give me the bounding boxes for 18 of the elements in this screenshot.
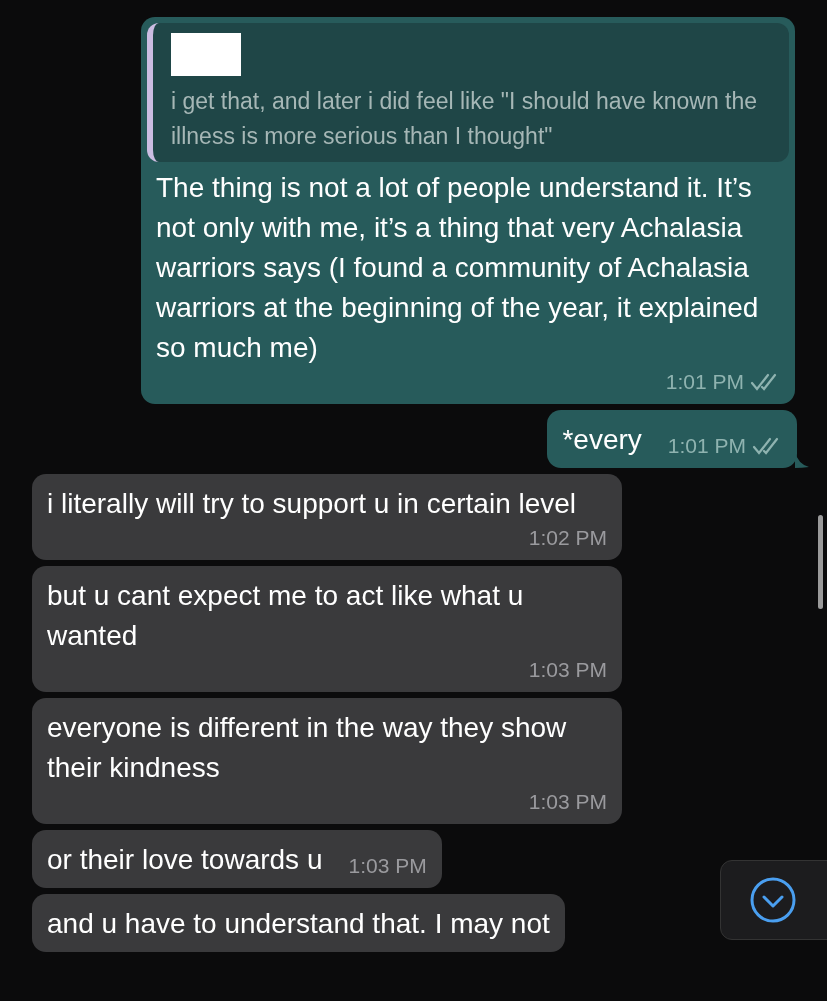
quoted-message[interactable]: i get that, and later i did feel like "I should have known the illness is more serious than I thought" bbox=[147, 23, 789, 162]
message-text: *every bbox=[562, 423, 642, 457]
scrollbar[interactable] bbox=[818, 515, 823, 609]
message-text: or their love towards u bbox=[47, 843, 323, 877]
scroll-down-button[interactable] bbox=[720, 860, 827, 940]
message-text: i literally will try to support u in certain level bbox=[47, 487, 577, 521]
message-time: 1:02 PM bbox=[528, 525, 607, 551]
message-text: The thing is not a lot of people understand it. It’s not only with me, it’s a thing that very Achalasia warriors says (I found a community of Achalasia warriors at the beginning of the year, it explained so much me) bbox=[156, 171, 760, 365]
message-text: everyone is different in the way they show their kindness bbox=[47, 711, 568, 785]
message-text: and u have to understand that. I may not bbox=[47, 907, 550, 941]
message-time: 1:01 PM bbox=[667, 433, 746, 459]
message-time: 1:03 PM bbox=[528, 657, 607, 683]
message-text: but u cant expect me to act like what u wanted bbox=[47, 579, 525, 653]
quoted-text: i get that, and later i did feel like "I should have known the illness is more serious than I thought" bbox=[171, 87, 759, 151]
message-time: 1:03 PM bbox=[348, 853, 427, 879]
chevron-down-icon bbox=[749, 876, 797, 924]
message-time: 1:03 PM bbox=[528, 789, 607, 815]
message-time: 1:01 PM bbox=[665, 369, 744, 395]
